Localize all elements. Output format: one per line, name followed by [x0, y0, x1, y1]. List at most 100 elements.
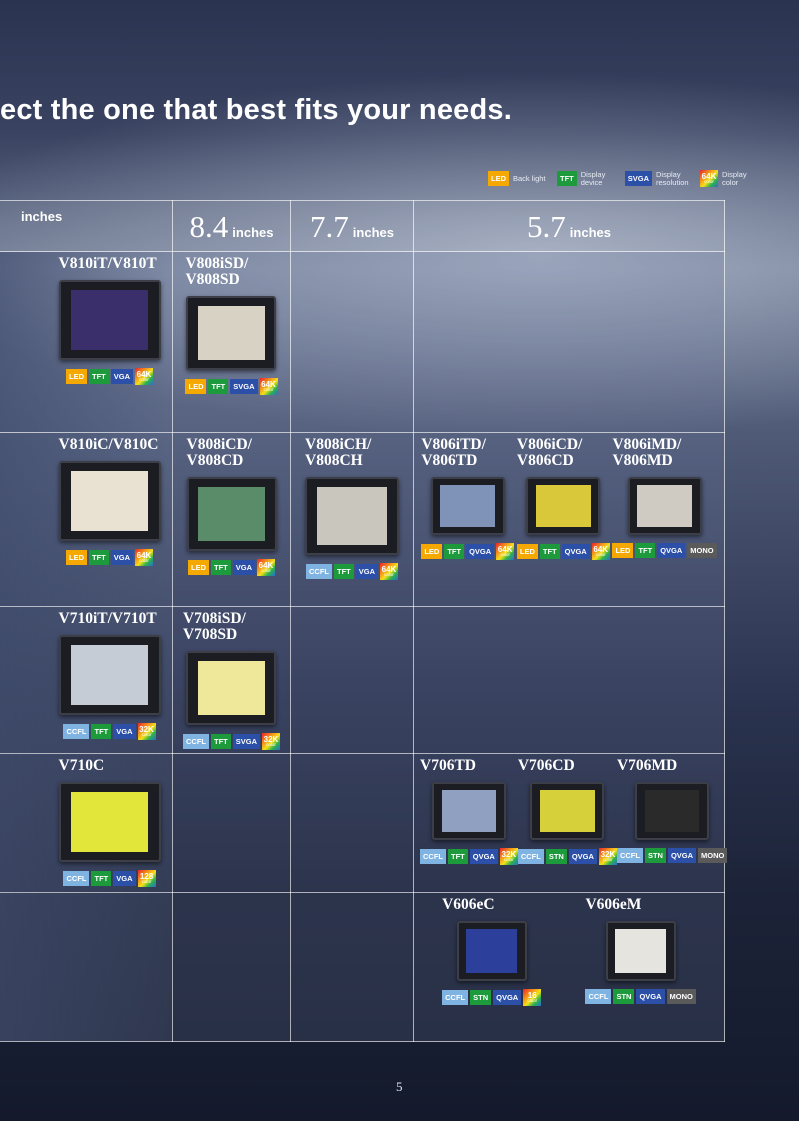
- spec-badge-mono: MONO: [698, 848, 728, 863]
- model-name: V806iCD/V806CD: [516, 436, 583, 469]
- screen-display: [316, 487, 388, 545]
- screen-display: [441, 789, 497, 833]
- table-cell: V708iSD/V708SD CCFL TFT SVGA 32K color: [172, 606, 291, 754]
- table-row: V710iT/V710T CCFL TFT VGA 32K color V708iSD/V7…: [0, 606, 725, 754]
- spec-badge-led: LED: [612, 543, 634, 558]
- spec-badge-led: LED: [65, 369, 87, 384]
- spec-badge-vga: VGA: [110, 550, 133, 565]
- legend-label: Display resolution: [656, 169, 689, 187]
- table-cell: [290, 251, 414, 433]
- screen-display: [197, 660, 266, 716]
- size-header: 5.7 inches: [413, 200, 725, 252]
- spec-badges: LED TFT VGA 64K color: [65, 549, 153, 566]
- spec-badge-stn: STN: [470, 990, 492, 1005]
- color-depth-badge: 64K color: [591, 543, 610, 560]
- spec-badge-qvga: QVGA: [657, 543, 686, 558]
- model-card: V806iMD/V806MD LED TFT QVGA MONO: [612, 437, 717, 560]
- size-unit: inches: [232, 225, 274, 240]
- hmi-panel-image: [431, 782, 506, 840]
- spec-badges: CCFL TFT SVGA 32K color: [182, 733, 280, 750]
- hmi-panel-image: [58, 782, 161, 862]
- color-depth-badge: 16 color: [523, 989, 542, 1006]
- hmi-panel-image: [430, 477, 505, 535]
- legend-item: SVGA Display resolution: [624, 169, 690, 187]
- color-depth-badge: 64K color: [257, 559, 275, 576]
- model-card: V706TD CCFL TFT QVGA 32K color: [420, 758, 518, 865]
- size-unit: inches: [352, 225, 394, 240]
- spec-badge-tft: TFT: [210, 734, 231, 749]
- hmi-panel-image: [186, 477, 277, 551]
- model-card: V710C CCFL TFT VGA 128 color: [58, 758, 161, 887]
- spec-badge-ccfl: CCFL: [517, 849, 544, 864]
- table-cell: V706TD CCFL TFT QVGA 32K color V706CD CCFL STN QV…: [413, 753, 728, 893]
- table-row: V810iC/V810C LED TFT VGA 64K color V808iCD/V80…: [0, 432, 725, 607]
- color-depth-badge: 64K color: [259, 378, 278, 395]
- spec-badge-ccfl: CCFL: [442, 990, 469, 1005]
- table-cell: [290, 892, 414, 1042]
- model-name: V806iTD/V806TD: [421, 436, 486, 469]
- screen-display: [540, 789, 595, 833]
- table-cell: V808iCH/V808CH CCFL TFT VGA 64K color: [290, 432, 414, 607]
- table-cell: [172, 892, 291, 1042]
- spec-badge-qvga: QVGA: [493, 990, 522, 1005]
- spec-badge-svga: SVGA: [232, 734, 260, 749]
- hmi-panel-image: [605, 921, 676, 981]
- spec-badge-tft: TFT: [91, 871, 112, 886]
- model-name: V708iSD/V708SD: [182, 610, 246, 643]
- legend-label: Display color: [722, 169, 747, 187]
- spec-badge-tft: TFT: [208, 379, 229, 394]
- hmi-panel-image: [627, 477, 702, 535]
- page-number: 5: [396, 1079, 403, 1094]
- spec-badge-qvga: QVGA: [561, 544, 590, 559]
- size-header-row: inches 8.4 inches 7.7 inches 5.7 inches: [0, 200, 725, 252]
- spec-badges: LED TFT QVGA 64K color: [516, 543, 610, 560]
- legend-badge: LED: [488, 171, 509, 186]
- color-depth-badge: 64K color: [135, 549, 153, 566]
- hmi-panel-image: [526, 477, 601, 535]
- model-card: V806iTD/V806TD LED TFT QVGA 64K color: [421, 436, 515, 560]
- spec-badge-ccfl: CCFL: [63, 724, 90, 739]
- model-card: V810iT/V810T LED TFT VGA 64K color: [58, 256, 161, 385]
- model-name: V808iSD/V808SD: [185, 255, 249, 288]
- legend-item: TFT Display device: [557, 170, 615, 187]
- legend-badge: 64K color: [700, 170, 719, 187]
- model-card: V808iSD/V808SD LED TFT SVGA 64K color: [185, 255, 278, 395]
- model-name: V810iC/V810C: [58, 436, 159, 453]
- screen-display: [71, 290, 148, 350]
- size-unit: inches: [569, 225, 611, 240]
- table-cell: V806iTD/V806TD LED TFT QVGA 64K color V806iCD/…: [413, 432, 725, 607]
- spec-badge-tft: TFT: [210, 560, 231, 575]
- spec-badge-qvga: QVGA: [568, 849, 597, 864]
- spec-badges: LED TFT SVGA 64K color: [185, 378, 278, 395]
- spec-badge-mono: MONO: [666, 989, 696, 1004]
- spec-badge-tft: TFT: [91, 724, 112, 739]
- model-card: V606eC CCFL STN QVGA 16 color: [442, 896, 542, 1006]
- size-header: inches: [0, 200, 173, 252]
- color-depth-badge: 32K color: [137, 723, 156, 740]
- legend: LED Back light TFT Display device SVGA Displa…: [488, 170, 756, 187]
- table-cell: [290, 753, 414, 893]
- spec-badges: LED TFT QVGA MONO: [612, 543, 717, 558]
- color-depth-badge: 32K color: [262, 733, 280, 750]
- screen-display: [197, 486, 266, 542]
- size-unit: inches: [21, 209, 63, 224]
- color-depth-badge: 64K color: [496, 543, 515, 560]
- spec-badges: CCFL STN QVGA 32K color: [517, 848, 617, 865]
- table-cell: [413, 606, 725, 754]
- hmi-panel-image: [186, 296, 277, 370]
- screen-display: [465, 929, 518, 973]
- color-depth-badge: 128 color: [137, 870, 156, 887]
- spec-badges: CCFL STN QVGA MONO: [616, 848, 728, 863]
- table-row: V810iT/V810T LED TFT VGA 64K color V808iSD/V80…: [0, 251, 725, 433]
- spec-badge-ccfl: CCFL: [182, 734, 209, 749]
- spec-badge-qvga: QVGA: [466, 544, 495, 559]
- table-cell: [172, 753, 291, 893]
- model-name: V606eC: [442, 896, 495, 913]
- color-depth-badge: 32K color: [598, 848, 617, 865]
- model-card: V808iCD/V808CD LED TFT VGA 64K color: [186, 437, 277, 576]
- spec-badge-tft: TFT: [88, 369, 109, 384]
- spec-badge-vga: VGA: [113, 871, 136, 886]
- table-cell: [290, 606, 414, 754]
- table-cell: V810iC/V810C LED TFT VGA 64K color: [0, 432, 173, 607]
- color-depth-badge: 32K color: [499, 848, 518, 865]
